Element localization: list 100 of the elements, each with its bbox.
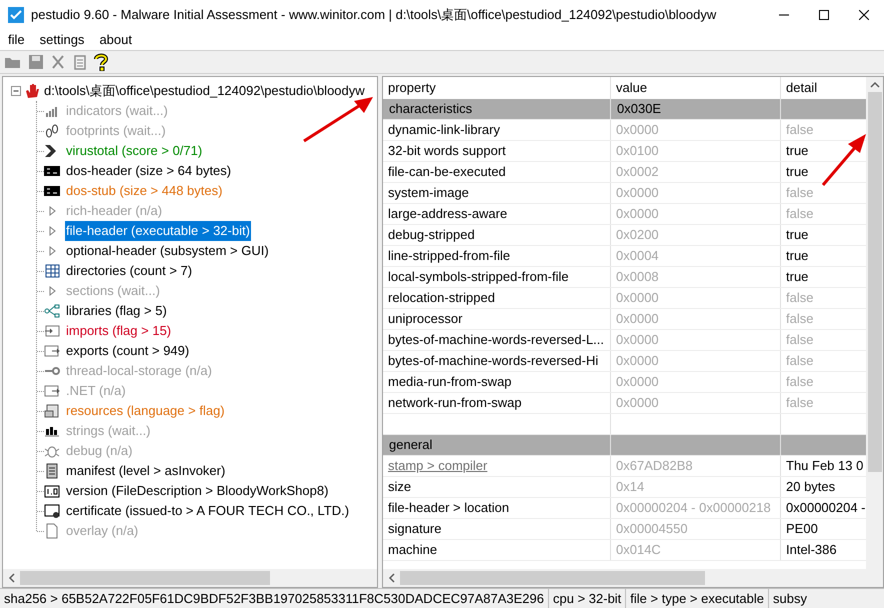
table-cell-text: true (786, 268, 808, 286)
table-cell-text: large-address-aware (388, 205, 508, 224)
tree-item[interactable]: directories (count > 7) (65, 261, 194, 281)
table-cell-text: false (786, 184, 814, 202)
table-cell-text: machine (388, 541, 438, 560)
hand-icon (24, 83, 42, 99)
table-cell-text: false (786, 331, 814, 350)
tree-item[interactable]: imports (flag > 15) (65, 321, 172, 341)
table-cell-text: 0x0000 (616, 331, 659, 350)
table-cell-text: false (786, 352, 814, 370)
console-icon (44, 183, 60, 199)
footprint-icon (44, 123, 60, 139)
table-cell-text: signature (388, 520, 442, 538)
table-cell-text: uniprocessor (388, 310, 462, 328)
table-cell-text: relocation-stripped (388, 289, 495, 308)
table-cell-text: 0x00000204 - (786, 499, 865, 518)
save-icon[interactable] (28, 54, 44, 70)
status-text: sha256 > 65B52A722F05F61DC9BDF52F3BB197025853311F8C530DADCEC97A87A3E296 (0, 589, 549, 608)
table-cell-text: false (786, 394, 814, 412)
scrollbar-thumb[interactable] (20, 571, 270, 585)
horizontal-scrollbar[interactable] (383, 569, 883, 587)
collapse-icon[interactable] (11, 86, 22, 96)
table-cell-text: dynamic-link-library (388, 121, 500, 140)
table-cell-text: Thu Feb 13 0 (786, 457, 864, 476)
menu-item[interactable]: settings (40, 30, 84, 50)
export-icon (44, 383, 60, 399)
table-cell-text: false (786, 205, 814, 224)
help-icon[interactable] (94, 53, 108, 71)
tree-item[interactable]: file-header (executable > 32-bit) (65, 221, 251, 241)
table-cell-text: 0x00004550 (616, 520, 688, 538)
tree-item[interactable]: libraries (flag > 5) (65, 301, 168, 321)
table-cell-text: PE00 (786, 520, 818, 538)
table-cell-text: file-can-be-executed (388, 163, 506, 182)
table-cell-text: 0x0000 (616, 352, 659, 370)
table-cell-text: debug-stripped (388, 226, 475, 244)
table-cell-text: line-stripped-from-file (388, 247, 510, 266)
table-cell-text: Intel-386 (786, 541, 837, 560)
table-cell-text: true (786, 142, 808, 160)
annotation-arrow (302, 96, 374, 144)
table-cell-text: 0x0000 (616, 310, 659, 328)
status-text: file > type > executable (626, 589, 769, 608)
table-cell-text: bytes-of-machine-words-reversed-L... (388, 331, 604, 350)
window-title: pestudio 9.60 - Malware Initial Assessment - www.winitor.com | d:\tools\桌面\office\pestudiod_124092\pestudio\bloodyw (31, 6, 716, 24)
table-cell-text: media-run-from-swap (388, 373, 512, 392)
scroll-left-icon[interactable] (8, 573, 15, 583)
tree-item[interactable]: certificate (issued-to > A FOUR TECH CO., LTD.) (65, 501, 350, 521)
export-icon (44, 343, 60, 359)
console-icon (44, 163, 60, 179)
table-cell-text: size (388, 478, 412, 496)
table-cell-text: true (786, 247, 808, 266)
table-cell-text: network-run-from-swap (388, 394, 522, 412)
file-icon (44, 523, 60, 539)
table-cell-text: bytes-of-machine-words-reversed-Hi (388, 352, 598, 370)
table-cell-text: 0x0008 (616, 268, 659, 286)
vertical-scrollbar[interactable] (866, 77, 883, 569)
tree-item[interactable]: version (FileDescription > BloodyWorkShop8) (65, 481, 330, 501)
tree-item[interactable]: virustotal (score > 0/71) (65, 141, 204, 161)
menu-item[interactable]: file (8, 30, 25, 50)
tree-item[interactable]: manifest (level > asInvoker) (65, 461, 226, 481)
table-cell-text: system-image (388, 184, 469, 202)
table-cell-text: 0x0000 (616, 289, 659, 308)
status-text: cpu > 32-bit (549, 589, 626, 608)
tree-item[interactable]: exports (count > 949) (65, 341, 190, 361)
table-cell-text: 0x00000204 - 0x00000218 (616, 499, 771, 518)
status-text: subsy (772, 590, 808, 608)
tree-root[interactable]: d:\tools\桌面\office\pestudiod_124092\pestudio\bloodyw (44, 81, 365, 101)
scrollbar-thumb[interactable] (400, 571, 705, 585)
close-icon (859, 10, 869, 20)
column-header[interactable]: detail (781, 77, 865, 99)
table-cell-text: 0x0100 (616, 142, 659, 160)
tree-item[interactable]: dos-header (size > 64 bytes) (65, 161, 232, 181)
table-cell-text: 0x014C (616, 541, 661, 560)
clipboard-icon[interactable] (72, 54, 88, 70)
table-cell-text: 0x0000 (616, 121, 659, 140)
table-cell-text: false (786, 310, 814, 328)
table-cell-text: 0x0002 (616, 163, 659, 182)
table-cell-text: 0x0200 (616, 226, 659, 244)
table-cell-text: 0x0000 (616, 394, 659, 412)
table-cell-text: general (389, 436, 432, 454)
table-cell-text: 20 bytes (786, 478, 836, 496)
table-cell-text: characteristics (389, 100, 472, 118)
scroll-up-icon[interactable] (870, 81, 880, 88)
table-cell-text: 0x030E (617, 100, 662, 118)
table-cell-text: false (786, 289, 814, 308)
menu-item[interactable]: about (99, 30, 132, 50)
annotation-arrow (820, 132, 868, 188)
scroll-left-icon[interactable] (388, 573, 395, 583)
table-cell-text: 0x0000 (616, 373, 659, 392)
document-icon (44, 463, 60, 479)
certificate-icon (44, 503, 60, 519)
graph-icon (44, 303, 60, 319)
tree-item[interactable]: optional-header (subsystem > GUI) (65, 241, 270, 261)
link[interactable]: stamp > compiler (388, 456, 488, 476)
app-icon (8, 7, 24, 23)
table-cell-text: 32-bit words support (388, 142, 506, 160)
table-cell-text: 0x0000 (616, 184, 659, 202)
horizontal-scrollbar[interactable] (3, 569, 377, 587)
scrollbar-thumb[interactable] (868, 92, 882, 472)
resource-icon (44, 403, 60, 419)
cut-icon[interactable] (50, 54, 66, 70)
